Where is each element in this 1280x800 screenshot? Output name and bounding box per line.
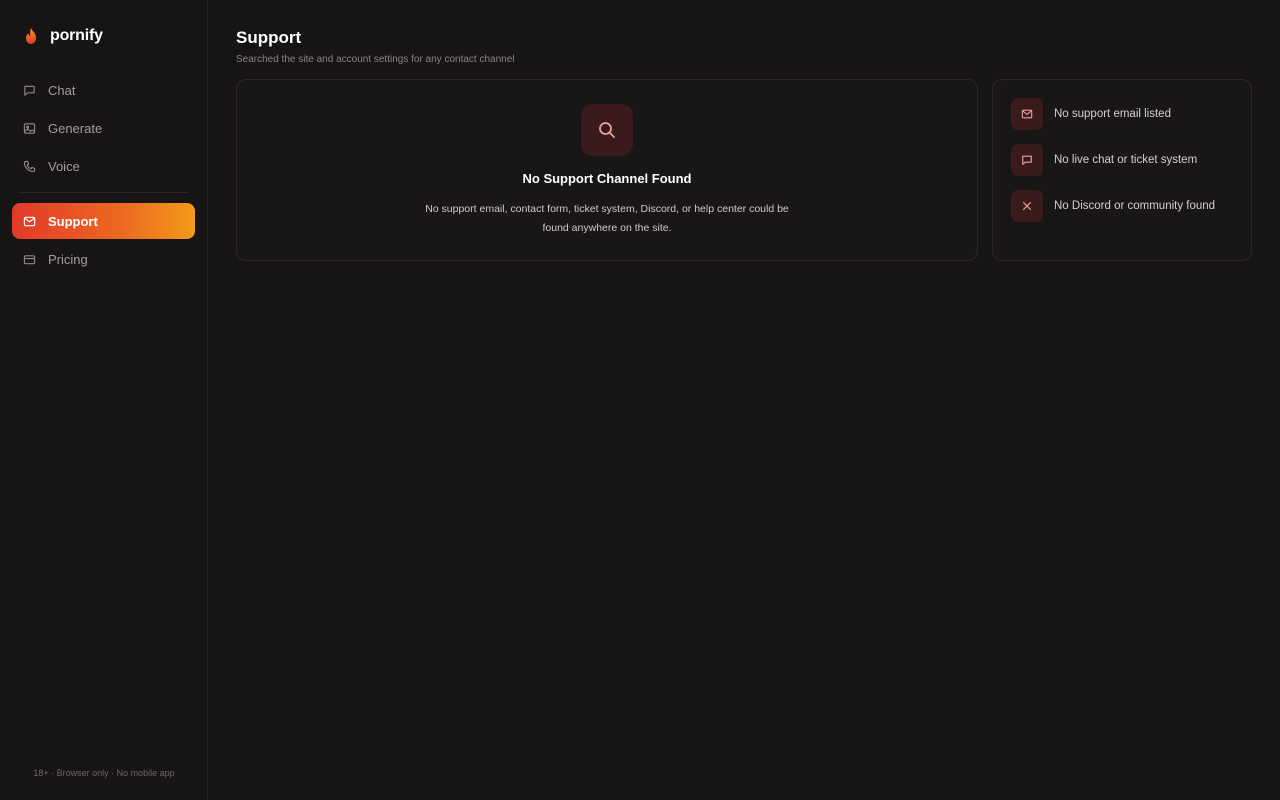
phone-icon <box>23 160 36 172</box>
sidebar-item-label: Chat <box>48 82 76 98</box>
sidebar-item-label: Voice <box>48 158 80 174</box>
sidebar-item-pricing[interactable]: Pricing <box>12 241 195 277</box>
close-icon <box>1023 202 1031 210</box>
brand[interactable]: pornify <box>12 0 195 72</box>
sidebar-item-label: Support <box>48 213 98 229</box>
page-subtitle: Searched the site and account settings f… <box>236 54 515 65</box>
sidebar-nav: Chat Generate Voice Support Pricing <box>12 72 195 277</box>
sidebar-item-generate[interactable]: Generate <box>12 110 195 146</box>
mail-icon <box>1021 109 1033 119</box>
sidebar-item-label: Pricing <box>48 251 88 267</box>
status-icon-badge <box>1011 98 1043 130</box>
image-icon <box>23 122 36 134</box>
app-root: pornify Chat Generate Voice Support Pric… <box>0 0 1280 800</box>
mail-icon <box>23 216 36 226</box>
empty-state-title: No Support Channel Found <box>522 171 692 186</box>
search-icon <box>599 122 615 138</box>
status-row-email: No support email listed <box>1011 98 1233 130</box>
status-text: No Discord or community found <box>1054 200 1216 212</box>
credit-card-icon <box>23 254 36 264</box>
sidebar-item-chat[interactable]: Chat <box>12 72 195 108</box>
page-title: Support <box>236 28 302 47</box>
sidebar-item-voice[interactable]: Voice <box>12 148 195 184</box>
chat-bubble-icon <box>24 85 35 96</box>
brand-name: pornify <box>50 27 103 44</box>
chat-bubble-icon <box>1022 155 1032 165</box>
sidebar-item-support[interactable]: Support <box>12 203 195 239</box>
empty-state-description: No support email, contact form, ticket s… <box>425 203 789 234</box>
status-row-chat: No live chat or ticket system <box>1011 144 1233 176</box>
status-card: No support email listed No live chat or … <box>992 79 1252 261</box>
empty-state-card: No Support Channel Found No support emai… <box>236 79 978 261</box>
status-icon-badge <box>1011 190 1043 222</box>
search-badge <box>581 104 633 156</box>
status-row-discord: No Discord or community found <box>1011 190 1233 222</box>
sidebar: pornify Chat Generate Voice Support Pric… <box>0 0 208 800</box>
sidebar-footer: 18+ · Browser only · No mobile app <box>33 768 175 778</box>
status-text: No live chat or ticket system <box>1054 154 1198 166</box>
sidebar-item-label: Generate <box>48 120 103 136</box>
status-text: No support email listed <box>1054 108 1171 120</box>
sidebar-divider <box>18 192 189 193</box>
flame-logo-icon <box>26 28 36 44</box>
status-icon-badge <box>1011 144 1043 176</box>
main-content: Support Searched the site and account se… <box>208 0 1280 800</box>
cards-row: No Support Channel Found No support emai… <box>236 79 1252 261</box>
